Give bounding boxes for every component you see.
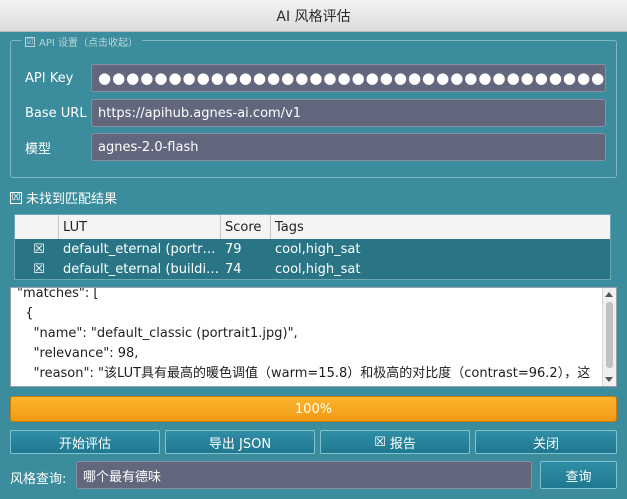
window-body: ☑ API 设置（点击收起） API Key ●●●●●●●●●●●●●●●●●… [0,32,627,499]
output-line: "matches": [ [17,287,99,301]
output-line: "relevance": 98, [17,346,139,361]
row-lut: default_eternal (buildi… [63,261,220,277]
style-query-input[interactable]: 哪个最有德味 [76,461,532,489]
query-button-label: 查询 [565,469,592,485]
style-query-label: 风格查询: [10,471,67,487]
header-score[interactable]: Score [221,215,271,239]
row-score: 79 [225,241,242,257]
row-tags: cool,high_sat [275,241,361,257]
row-checkbox-icon[interactable]: ☒ [15,259,59,279]
report-label: 报告 [389,436,416,452]
status-checkbox-icon: ☒ [10,191,22,204]
start-evaluation-label: 开始评估 [58,436,111,452]
output-line: { [17,306,34,321]
status-text: 未找到匹配结果 [26,192,118,207]
window-title: AI 风格评估 [276,8,351,25]
collapse-checkbox-icon[interactable]: ☑ [25,36,35,47]
window-titlebar: AI 风格评估 [0,0,627,32]
model-value: agnes-2.0-flash [98,139,199,155]
base-url-label: Base URL [25,105,87,121]
query-button[interactable]: 查询 [540,461,617,489]
row-score: 74 [225,261,242,277]
export-json-label: 导出 JSON [208,436,272,452]
row-lut: default_eternal (portr… [63,241,216,257]
close-label: 关闭 [532,436,559,452]
progress-bar: 100% [10,396,617,422]
header-lut[interactable]: LUT [59,215,221,239]
style-query-value: 哪个最有德味 [83,469,162,485]
row-tags: cool,high_sat [275,261,361,277]
json-output-content: "matches": [ { "name": "default_classic … [17,287,600,384]
table-row[interactable]: ☒ default_eternal (portr… 79 cool,high_s… [15,239,610,259]
scroll-thumb[interactable] [606,302,613,368]
api-settings-toggle[interactable]: ☑ API 设置（点击收起） [21,34,142,49]
header-tags[interactable]: Tags [271,215,610,239]
api-settings-title: API 设置（点击收起） [39,38,138,49]
header-check[interactable] [15,215,59,239]
row-checkbox-icon[interactable]: ☒ [15,239,59,259]
api-key-input[interactable]: ●●●●●●●●●●●●●●●●●●●●●●●●●●●●●●●●●●●●●●●●… [91,64,606,92]
api-settings-group: ☑ API 设置（点击收起） API Key ●●●●●●●●●●●●●●●●●… [10,34,617,178]
base-url-input[interactable]: https://apihub.agnes-ai.com/v1 [91,99,606,127]
start-evaluation-button[interactable]: 开始评估 [10,430,160,454]
progress-label: 100% [294,401,333,417]
json-output-textarea[interactable]: "matches": [ { "name": "default_classic … [10,287,617,387]
base-url-row: Base URL https://apihub.agnes-ai.com/v1 [25,99,606,127]
output-scrollbar[interactable] [602,288,616,386]
api-key-row: API Key ●●●●●●●●●●●●●●●●●●●●●●●●●●●●●●●●… [25,64,606,92]
table-row[interactable]: ☒ default_eternal (buildi… 74 cool,high_… [15,259,610,279]
report-button[interactable]: ☒ 报告 [320,430,470,454]
model-row: 模型 agnes-2.0-flash [25,133,606,161]
api-key-label: API Key [25,70,74,86]
close-button[interactable]: 关闭 [475,430,617,454]
scroll-up-arrow-icon[interactable] [605,292,613,297]
scroll-down-arrow-icon[interactable] [605,377,613,382]
match-status: ☒ 未找到匹配结果 [10,188,117,207]
table-header: LUT Score Tags [15,215,610,239]
results-table: LUT Score Tags ☒ default_eternal (portr…… [14,214,611,280]
api-key-value: ●●●●●●●●●●●●●●●●●●●●●●●●●●●●●●●●●●●●●●●●… [98,69,606,87]
export-json-button[interactable]: 导出 JSON [165,430,315,454]
report-checkbox-icon: ☒ [374,434,386,450]
model-input[interactable]: agnes-2.0-flash [91,133,606,161]
model-label: 模型 [25,141,52,157]
output-line: "reason": "该LUT具有最高的暖色调值（warm=15.8）和极高的对… [17,366,591,381]
base-url-value: https://apihub.agnes-ai.com/v1 [98,105,302,121]
output-line: "name": "default_classic (portrait1.jpg)… [17,326,298,341]
